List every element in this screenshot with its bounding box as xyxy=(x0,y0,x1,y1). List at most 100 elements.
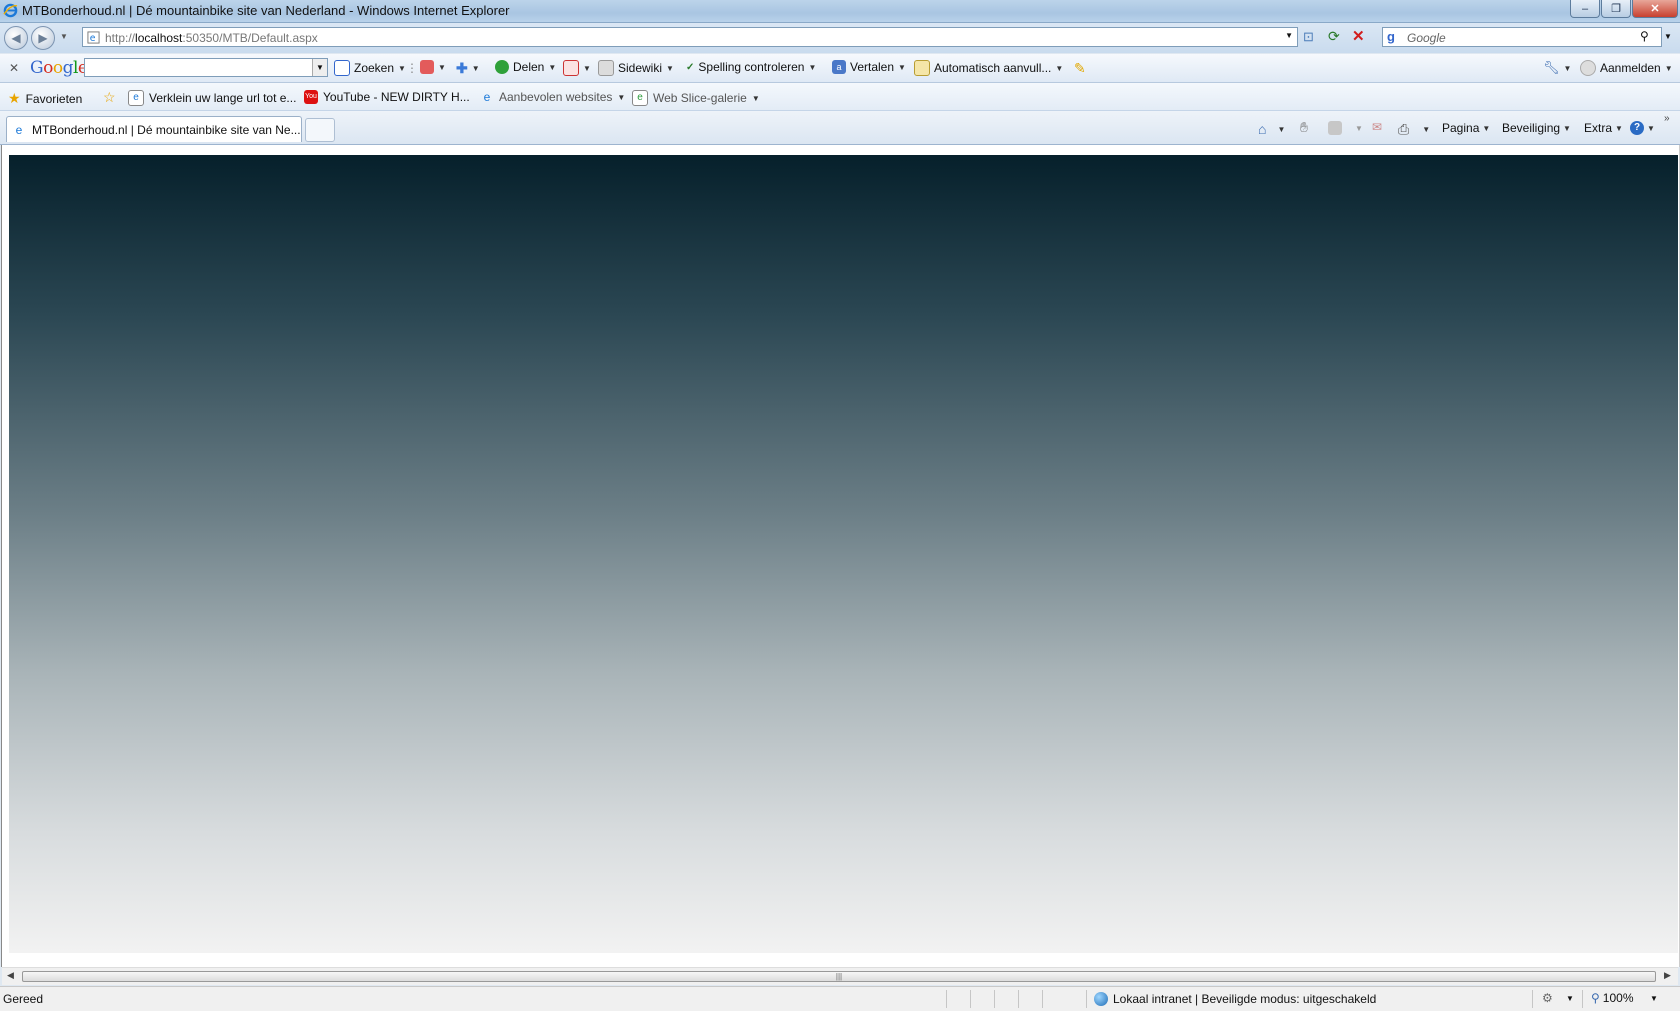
favorite-link-3[interactable]: e Aanbevolen websites ▼ xyxy=(480,90,626,104)
autofill-label: Automatisch aanvull... xyxy=(934,61,1052,75)
new-tab-button[interactable] xyxy=(305,118,335,142)
caret-icon: ▼ xyxy=(583,63,591,73)
home-button[interactable]: ⌂ ▼ xyxy=(1258,121,1285,137)
highlighter-icon[interactable]: ✎ xyxy=(1074,60,1086,77)
url-text[interactable]: http://localhost:50350/MTB/Default.aspx xyxy=(105,31,318,45)
delen-button[interactable]: Delen ▼ xyxy=(495,60,556,74)
forward-button[interactable]: ▶ xyxy=(31,26,55,50)
youtube-icon: You xyxy=(304,90,318,104)
caret-icon: ▼ xyxy=(617,92,626,102)
google-search-provider-icon: g xyxy=(1387,29,1395,44)
page-icon: e xyxy=(87,31,100,44)
scroll-left-icon[interactable]: ◀ xyxy=(7,970,14,981)
popup-blocker-button[interactable]: ▼ xyxy=(420,60,446,74)
security-zone[interactable]: Lokaal intranet | Beveiligde modus: uitg… xyxy=(1094,992,1376,1006)
restore-button[interactable]: ❐ xyxy=(1601,0,1631,18)
address-dropdown-icon[interactable]: ▼ xyxy=(1285,31,1293,40)
caret-icon: ▼ xyxy=(1482,123,1491,133)
google-g-icon xyxy=(334,60,350,76)
refresh-icon[interactable]: ⟳ xyxy=(1328,28,1340,45)
favorite-link-label: YouTube - NEW DIRTY H... xyxy=(323,90,470,104)
vertalen-button[interactable]: a Vertalen ▼ xyxy=(832,60,906,74)
favorite-link-label: Aanbevolen websites xyxy=(499,90,613,104)
google-search-dropdown-icon[interactable]: ▼ xyxy=(312,59,327,76)
tab-row: e MTBonderhoud.nl | Dé mountainbike site… xyxy=(0,111,1680,145)
sidewiki-button[interactable]: Sidewiki ▼ xyxy=(598,60,674,76)
caret-icon: ▼ xyxy=(808,62,817,72)
favorites-button[interactable]: ★ Favorieten xyxy=(8,90,82,107)
zoom-control[interactable]: ⚲ 100% xyxy=(1591,991,1634,1005)
delen-label: Delen xyxy=(513,60,545,74)
page-content[interactable] xyxy=(9,155,1678,953)
protected-mode-icon[interactable]: ⚙ xyxy=(1542,991,1553,1005)
scrollbar-thumb[interactable]: ||| xyxy=(22,971,1656,982)
scroll-right-icon[interactable]: ▶ xyxy=(1664,970,1671,981)
add-to-favorites-icon[interactable]: ☆ xyxy=(103,89,116,106)
beveiliging-menu[interactable]: Beveiliging ▼ xyxy=(1502,121,1571,135)
search-magnifier-icon[interactable]: ⚲ xyxy=(1640,29,1649,43)
google-search-input[interactable]: ▼ xyxy=(84,58,328,77)
pagina-label: Pagina xyxy=(1442,121,1480,135)
close-button[interactable]: ✕ xyxy=(1632,0,1678,18)
zoeken-label: Zoeken xyxy=(354,61,395,75)
toolbar-settings-button[interactable]: 🔧︎ ▼ xyxy=(1543,60,1571,76)
ie-page-icon: e xyxy=(128,90,144,106)
caret-icon: ▼ xyxy=(751,93,760,103)
aanmelden-button[interactable]: Aanmelden ▼ xyxy=(1580,60,1673,76)
chevron-more-icon[interactable]: » xyxy=(1664,113,1670,124)
extra-label: Extra xyxy=(1584,121,1613,135)
status-divider xyxy=(1086,990,1087,1008)
internet-explorer-icon xyxy=(3,3,18,18)
stop-icon[interactable]: ✕ xyxy=(1352,27,1365,45)
autofill-button[interactable]: Automatisch aanvull... ▼ xyxy=(914,60,1063,76)
caret-icon: ▼ xyxy=(1563,123,1571,133)
favorite-link-2[interactable]: You YouTube - NEW DIRTY H... xyxy=(304,90,470,104)
history-dropdown-icon[interactable]: ▼ xyxy=(60,32,68,41)
caret-icon: ▼ xyxy=(1422,125,1431,134)
caret-icon: ▼ xyxy=(548,62,557,72)
security-zone-label: Lokaal intranet | Beveiligde modus: uitg… xyxy=(1113,992,1377,1006)
help-menu[interactable]: ? ▼ xyxy=(1630,121,1655,135)
caret-icon: ▼ xyxy=(1355,123,1363,133)
google-logo: Google xyxy=(30,58,88,78)
favorites-star-icon: ★ xyxy=(8,90,21,106)
favorite-link-label: Web Slice-galerie xyxy=(653,91,747,105)
caret-icon: ▼ xyxy=(398,63,406,73)
home-icon: ⌂ xyxy=(1258,121,1267,137)
favorites-bar: ★ Favorieten ☆ e Verklein uw lange url t… xyxy=(0,83,1680,111)
status-divider xyxy=(1582,990,1583,1008)
close-toolbar-icon[interactable]: ✕ xyxy=(9,61,19,75)
status-divider xyxy=(1042,990,1043,1008)
spelling-button[interactable]: ✓ Spelling controleren ▼ xyxy=(686,60,816,74)
pagina-menu[interactable]: Pagina ▼ xyxy=(1442,121,1490,135)
status-divider xyxy=(946,990,947,1008)
feeds-button[interactable]: ▼ xyxy=(1328,121,1363,135)
grip-icon: ||| xyxy=(835,972,843,981)
zoom-level: 100% xyxy=(1602,991,1634,1005)
caret-icon[interactable]: ▼ xyxy=(1566,994,1574,1003)
address-bar[interactable]: e http://localhost:50350/MTB/Default.asp… xyxy=(82,27,1298,47)
title-bar[interactable]: MTBonderhoud.nl | Dé mountainbike site v… xyxy=(0,0,1680,23)
mail-icon[interactable]: ✉ xyxy=(1372,120,1382,134)
hand-icon[interactable]: ✋︎ xyxy=(1300,119,1308,136)
search-options-dropdown-icon[interactable]: ▼ xyxy=(1664,32,1672,41)
add-button[interactable]: ✚ ▼ xyxy=(456,60,480,77)
favorite-link-1[interactable]: e Verklein uw lange url tot e... xyxy=(128,90,296,106)
pagerank-button[interactable]: ▼ xyxy=(563,60,591,76)
caret-icon: ▼ xyxy=(438,62,446,72)
compatibility-view-icon[interactable]: ⊡ xyxy=(1303,29,1314,45)
caret-icon: ▼ xyxy=(471,64,480,73)
plus-icon: ✚ xyxy=(456,60,468,76)
minimize-button[interactable]: – xyxy=(1570,0,1600,18)
zoom-dropdown-icon[interactable]: ▼ xyxy=(1650,994,1658,1003)
extra-menu[interactable]: Extra ▼ xyxy=(1584,121,1623,135)
zoeken-button[interactable]: Zoeken ▼ xyxy=(334,60,406,76)
search-box[interactable]: g Google xyxy=(1382,27,1662,47)
horizontal-scrollbar[interactable]: ◀ ||| ▶ xyxy=(2,967,1678,985)
ie-page-icon: e xyxy=(483,90,491,104)
favorite-link-4[interactable]: e Web Slice-galerie ▼ xyxy=(632,90,760,106)
print-button[interactable]: ⎙ ▼ xyxy=(1398,121,1430,138)
tab-active[interactable]: e MTBonderhoud.nl | Dé mountainbike site… xyxy=(6,116,302,142)
back-button[interactable]: ◀ xyxy=(4,26,28,50)
spelling-label: Spelling controleren xyxy=(698,60,805,74)
